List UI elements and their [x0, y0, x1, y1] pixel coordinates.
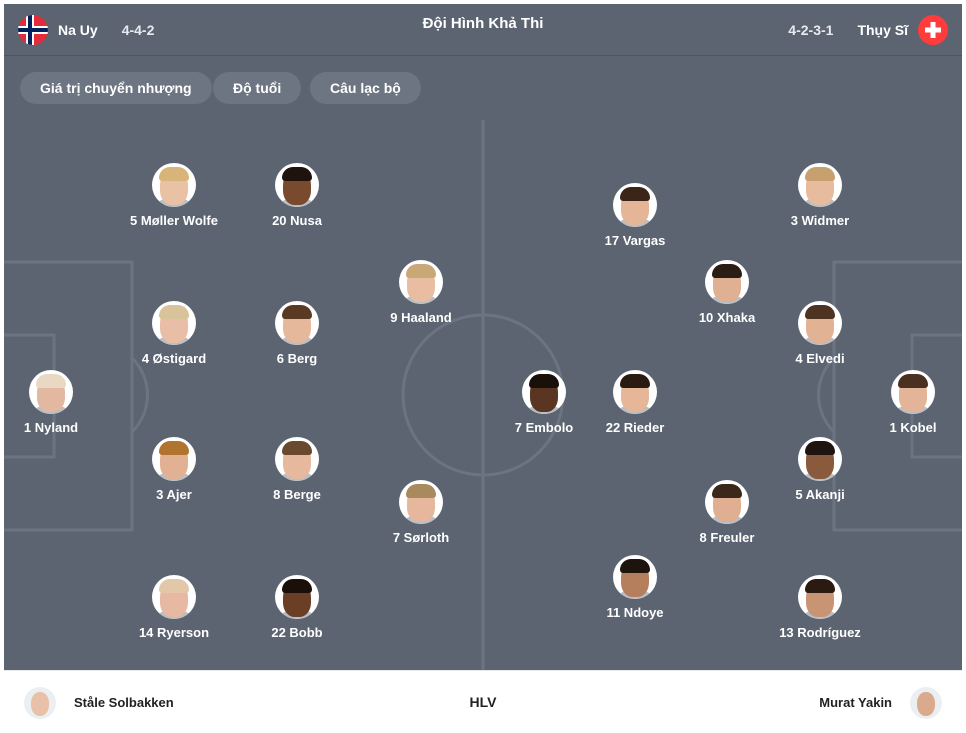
away-player[interactable]: 10 Xhaka	[657, 260, 797, 325]
switzerland-flag-icon	[918, 15, 948, 45]
player-avatar	[275, 163, 319, 207]
player-name: 13 Rodríguez	[779, 625, 861, 640]
player-name: 9 Haaland	[390, 310, 452, 325]
player-avatar	[152, 437, 196, 481]
away-formation: 4-2-3-1	[788, 22, 834, 38]
player-name: 14 Ryerson	[138, 625, 210, 640]
away-team-name: Thụy Sĩ	[857, 22, 908, 38]
player-name: 1 Kobel	[889, 420, 937, 435]
player-avatar	[152, 301, 196, 345]
player-name: 8 Freuler	[699, 530, 755, 545]
player-name: 6 Berg	[276, 351, 318, 366]
player-name: 5 Møller Wolfe	[130, 213, 218, 228]
player-avatar	[613, 555, 657, 599]
player-avatar	[399, 260, 443, 304]
player-avatar	[613, 370, 657, 414]
player-avatar	[29, 370, 73, 414]
player-avatar	[798, 437, 842, 481]
player-name: 3 Widmer	[790, 213, 850, 228]
player-name: 1 Nyland	[23, 420, 79, 435]
player-name: 4 Østigard	[141, 351, 207, 366]
home-player[interactable]: 3 Ajer	[104, 437, 244, 502]
player-name: 10 Xhaka	[698, 310, 756, 325]
away-coach-name: Murat Yakin	[819, 695, 892, 710]
player-avatar	[522, 370, 566, 414]
player-avatar	[152, 575, 196, 619]
player-avatar	[613, 183, 657, 227]
home-player[interactable]: 20 Nusa	[227, 163, 367, 228]
football-pitch: 1 Nyland 4 Østigard 6 Berg 3 Ajer 8 Berge 5 M…	[4, 120, 962, 670]
player-name: 3 Ajer	[156, 487, 192, 502]
filter-age[interactable]: Độ tuổi	[213, 72, 302, 104]
player-avatar	[705, 480, 749, 524]
lineup-header: Na Uy 4-4-2 Đội Hình Khả Thi 4-2-3-1 Thụ…	[4, 4, 962, 56]
player-name: 11 Ndoye	[606, 605, 664, 620]
player-avatar	[275, 575, 319, 619]
filter-club[interactable]: Câu lạc bộ	[310, 72, 421, 104]
player-avatar	[705, 260, 749, 304]
filter-bar: Giá trị chuyển nhượng Độ tuổi Câu lạc bộ	[4, 56, 962, 120]
lineup-card: Na Uy 4-4-2 Đội Hình Khả Thi 4-2-3-1 Thụ…	[4, 4, 962, 733]
away-player[interactable]: 17 Vargas	[565, 183, 705, 248]
home-player[interactable]: 22 Bobb	[227, 575, 367, 640]
coaches-footer: Ståle Solbakken HLV Murat Yakin	[4, 670, 962, 733]
away-player[interactable]: 7 Embolo	[474, 370, 614, 435]
player-avatar	[891, 370, 935, 414]
player-name: 4 Elvedi	[795, 351, 845, 366]
away-coach[interactable]: Murat Yakin	[819, 671, 942, 733]
player-name: 20 Nusa	[272, 213, 322, 228]
filter-market-value[interactable]: Giá trị chuyển nhượng	[20, 72, 212, 104]
player-avatar	[399, 480, 443, 524]
player-name: 22 Bobb	[271, 625, 323, 640]
away-player[interactable]: 1 Kobel	[843, 370, 962, 435]
home-player[interactable]: 6 Berg	[227, 301, 367, 366]
player-avatar	[798, 163, 842, 207]
player-name: 7 Sørloth	[392, 530, 450, 545]
coach-avatar	[910, 686, 942, 719]
player-avatar	[798, 301, 842, 345]
home-player[interactable]: 9 Haaland	[351, 260, 491, 325]
player-avatar	[275, 437, 319, 481]
player-avatar	[798, 575, 842, 619]
home-player[interactable]: 7 Sørloth	[351, 480, 491, 545]
player-name: 8 Berge	[273, 487, 321, 502]
home-player[interactable]: 5 Møller Wolfe	[104, 163, 244, 228]
away-player[interactable]: 8 Freuler	[657, 480, 797, 545]
home-player[interactable]: 8 Berge	[227, 437, 367, 502]
player-name: 17 Vargas	[604, 233, 666, 248]
player-avatar	[275, 301, 319, 345]
player-avatar	[152, 163, 196, 207]
home-player[interactable]: 14 Ryerson	[104, 575, 244, 640]
away-player[interactable]: 3 Widmer	[750, 163, 890, 228]
player-name: 7 Embolo	[514, 420, 574, 435]
home-player[interactable]: 4 Østigard	[104, 301, 244, 366]
away-team[interactable]: 4-2-3-1 Thụy Sĩ	[788, 4, 948, 56]
home-player[interactable]: 1 Nyland	[4, 370, 121, 435]
away-player[interactable]: 11 Ndoye	[565, 555, 705, 620]
away-player[interactable]: 13 Rodríguez	[750, 575, 890, 640]
